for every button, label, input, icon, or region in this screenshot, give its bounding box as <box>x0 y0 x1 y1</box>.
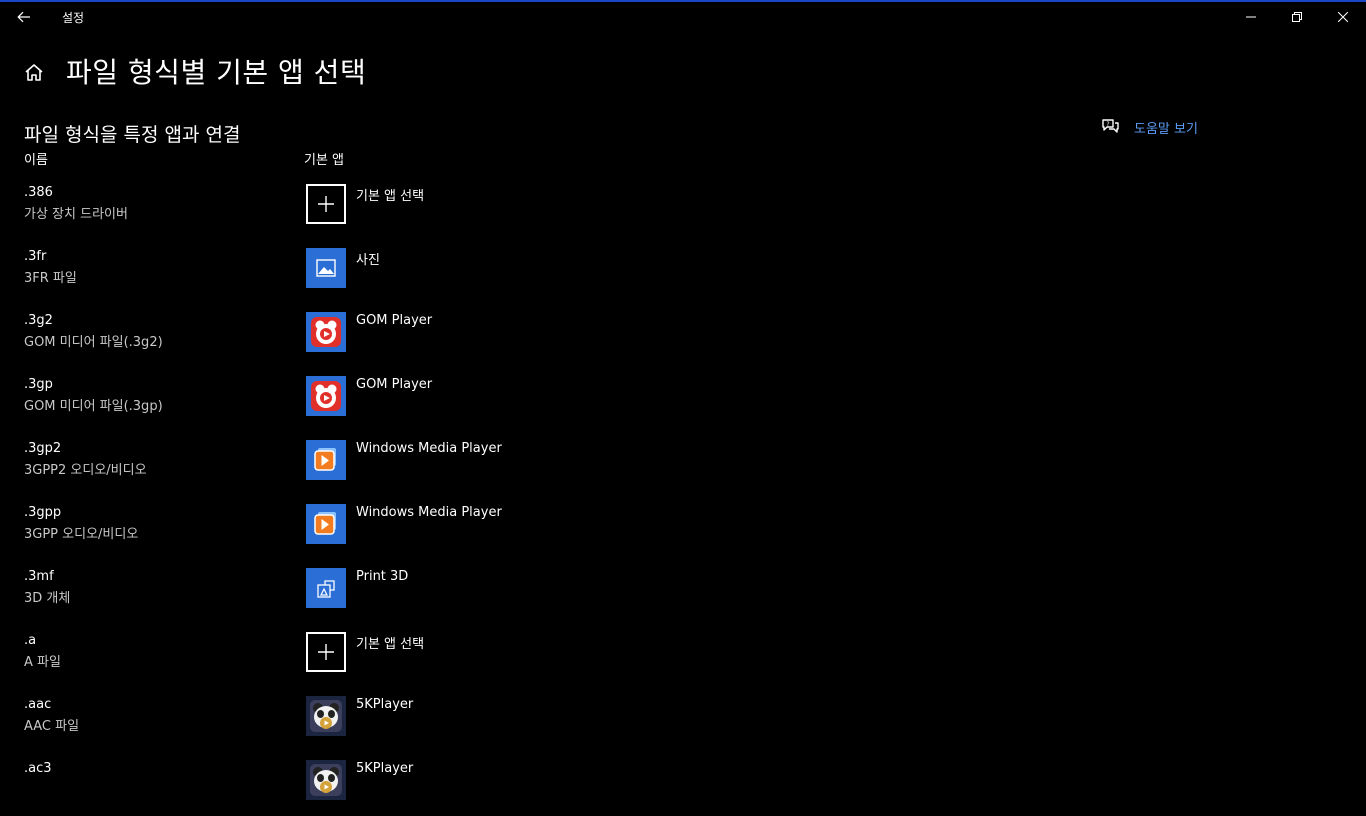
plus-icon <box>318 644 334 660</box>
file-type-row: .3fr 3FR 파일 사진 <box>0 240 1366 304</box>
file-extension: .3gp2 <box>24 441 62 456</box>
app-name: GOM Player <box>356 313 433 328</box>
file-extension: .a <box>24 633 37 648</box>
choose-default-app-button[interactable]: 기본 앱 선택 <box>306 184 546 226</box>
restore-button[interactable] <box>1274 2 1320 32</box>
default-app-button[interactable]: GOM Player <box>306 312 546 354</box>
default-app-button[interactable]: 5KPlayer <box>306 696 546 738</box>
back-button[interactable] <box>8 2 40 32</box>
file-extension: .3g2 <box>24 313 53 328</box>
file-type-row: .3gp GOM 미디어 파일(.3gp) GOM Player <box>0 368 1366 432</box>
app-icon-tile <box>306 184 346 224</box>
default-app-button[interactable]: Windows Media Player <box>306 440 546 482</box>
app-name: 5KPlayer <box>356 697 414 712</box>
svg-text:?: ? <box>1106 121 1109 128</box>
home-button[interactable] <box>22 61 46 85</box>
window-title: 설정 <box>62 11 85 25</box>
file-type-row: .aac AAC 파일 5KPlayer <box>0 688 1366 752</box>
restore-icon <box>1292 12 1302 22</box>
app-icon-tile <box>306 760 346 800</box>
app-name: 5KPlayer <box>356 761 414 776</box>
file-extension: .386 <box>24 185 53 200</box>
gom-player-icon <box>311 381 341 411</box>
file-extension: .ac3 <box>24 761 52 776</box>
title-bar: 설정 <box>0 2 1366 32</box>
app-icon-tile <box>306 248 346 288</box>
file-type-description: 3GPP 오디오/비디오 <box>24 527 139 542</box>
windows-media-player-icon <box>314 512 336 535</box>
app-name: Windows Media Player <box>356 505 502 520</box>
default-app-button[interactable]: 5KPlayer <box>306 760 546 802</box>
app-icon-tile <box>306 568 346 608</box>
app-name: 기본 앱 선택 <box>356 637 425 652</box>
file-type-row: .386 가상 장치 드라이버 기본 앱 선택 <box>0 176 1366 240</box>
home-icon <box>25 64 43 81</box>
print-3d-icon <box>317 580 335 598</box>
file-type-description: 3GPP2 오디오/비디오 <box>24 463 147 478</box>
file-type-description: 3FR 파일 <box>24 271 77 286</box>
default-app-button[interactable]: Print 3D <box>306 568 546 610</box>
file-type-row: .3g2 GOM 미디어 파일(.3g2) GOM Player <box>0 304 1366 368</box>
page-title: 파일 형식별 기본 앱 선택 <box>66 56 367 89</box>
help-link-area[interactable]: ? 도움말 보기 <box>1100 116 1198 138</box>
app-name: 기본 앱 선택 <box>356 189 425 204</box>
file-type-description: 3D 개체 <box>24 591 71 606</box>
plus-icon <box>318 196 334 212</box>
app-name: 사진 <box>356 253 380 268</box>
section-title: 파일 형식을 특정 앱과 연결 <box>24 124 241 146</box>
default-app-button[interactable]: 사진 <box>306 248 546 290</box>
windows-media-player-icon <box>314 448 336 471</box>
app-name: GOM Player <box>356 377 433 392</box>
file-type-row: .3gp2 3GPP2 오디오/비디오 Windows Media Player <box>0 432 1366 496</box>
column-header-default-app: 기본 앱 <box>304 153 345 168</box>
file-type-row: .a A 파일 기본 앱 선택 <box>0 624 1366 688</box>
file-extension: .aac <box>24 697 52 712</box>
help-chat-icon: ? <box>1102 119 1119 133</box>
minimize-button[interactable] <box>1228 2 1274 32</box>
choose-default-app-button[interactable]: 기본 앱 선택 <box>306 632 546 674</box>
close-button[interactable] <box>1320 2 1366 32</box>
5kplayer-icon <box>310 764 342 796</box>
app-name: Windows Media Player <box>356 441 502 456</box>
file-type-row: .3gpp 3GPP 오디오/비디오 Windows Media Player <box>0 496 1366 560</box>
close-icon <box>1338 12 1348 22</box>
file-type-description: A 파일 <box>24 655 61 670</box>
photos-icon <box>316 259 336 277</box>
app-icon-tile <box>306 440 346 480</box>
file-extension: .3gp <box>24 377 53 392</box>
file-extension: .3gpp <box>24 505 62 520</box>
app-name: Print 3D <box>356 569 409 584</box>
app-icon-tile <box>306 632 346 672</box>
file-extension: .3mf <box>24 569 54 584</box>
default-app-button[interactable]: Windows Media Player <box>306 504 546 546</box>
app-icon-tile <box>306 696 346 736</box>
help-link[interactable]: 도움말 보기 <box>1134 118 1198 137</box>
file-type-row: .3mf 3D 개체 Print 3D <box>0 560 1366 624</box>
gom-player-icon <box>311 317 341 347</box>
file-type-description: AAC 파일 <box>24 719 80 734</box>
5kplayer-icon <box>310 700 342 732</box>
app-icon-tile <box>306 376 346 416</box>
default-app-button[interactable]: GOM Player <box>306 376 546 418</box>
app-icon-tile <box>306 504 346 544</box>
file-extension: .3fr <box>24 249 47 264</box>
file-type-row: .ac3 5KPlayer <box>0 752 1366 816</box>
file-type-description: GOM 미디어 파일(.3gp) <box>24 399 163 414</box>
minimize-icon <box>1246 16 1256 18</box>
column-header-name: 이름 <box>24 153 48 168</box>
file-type-description: 가상 장치 드라이버 <box>24 207 128 222</box>
back-arrow-icon <box>17 11 30 23</box>
app-icon-tile <box>306 312 346 352</box>
file-type-description: GOM 미디어 파일(.3g2) <box>24 335 163 350</box>
